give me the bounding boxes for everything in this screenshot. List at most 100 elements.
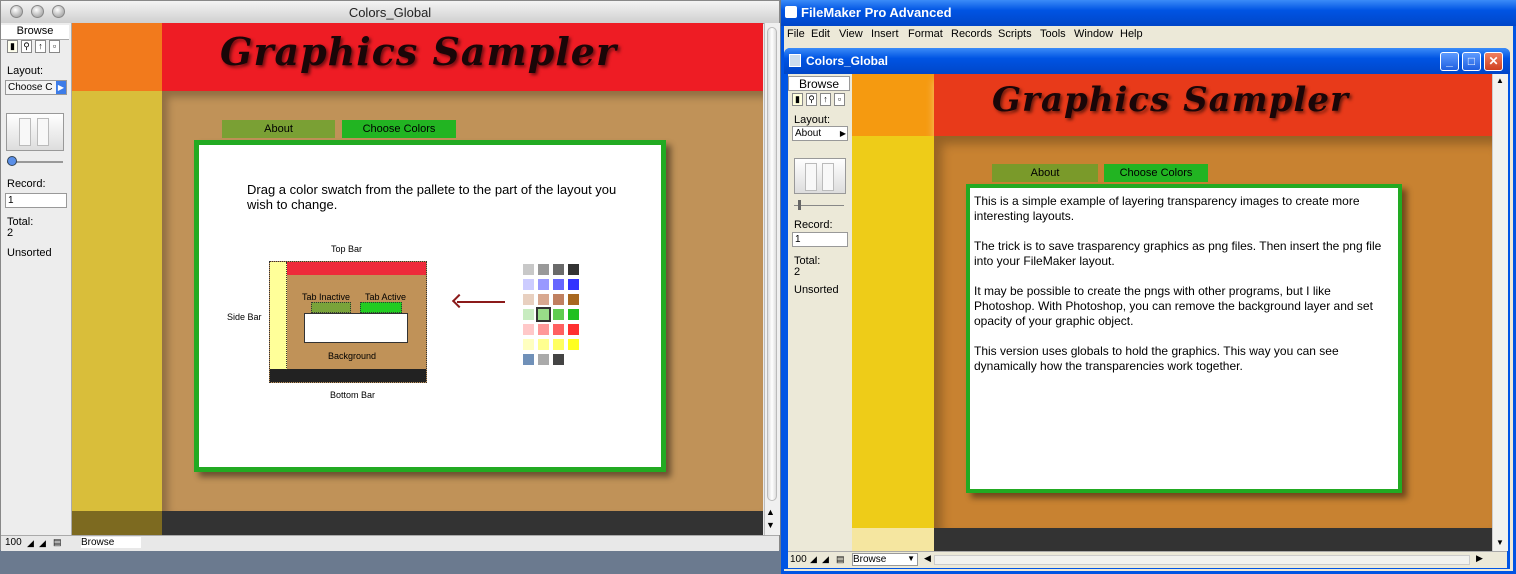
find-mode-icon[interactable]: ⚲ — [21, 40, 32, 53]
record-book-icon[interactable] — [6, 113, 64, 151]
mode-label[interactable]: Browse — [788, 76, 850, 91]
slider-thumb[interactable] — [7, 156, 17, 166]
maximize-button[interactable]: □ — [1462, 52, 1481, 71]
record-field[interactable]: 1 — [5, 193, 67, 208]
scroll-right-icon[interactable]: ▶ — [1476, 553, 1483, 564]
preview-mode-icon[interactable]: ▫ — [49, 40, 60, 53]
color-swatch[interactable] — [523, 309, 534, 320]
vertical-scrollbar[interactable]: ▲ ▼ — [1492, 74, 1508, 551]
menu-tools[interactable]: Tools — [1040, 28, 1066, 40]
menu-view[interactable]: View — [839, 28, 863, 40]
diagram-tab-active[interactable] — [360, 302, 402, 313]
vertical-scrollbar[interactable]: ▲ ▼ — [764, 23, 780, 535]
color-swatch[interactable] — [568, 324, 579, 335]
app-title-bar[interactable]: FileMaker Pro Advanced — [781, 0, 1516, 26]
document-title-bar[interactable]: Colors_Global _ □ ✕ — [784, 48, 1510, 74]
zoom-out-icon[interactable]: ◢ — [810, 554, 817, 565]
color-swatch[interactable] — [568, 279, 579, 290]
color-swatch[interactable] — [568, 294, 579, 305]
menu-records[interactable]: Records — [951, 28, 992, 40]
tab-about[interactable]: About — [222, 120, 335, 138]
menu-file[interactable]: File — [787, 28, 805, 40]
tab-choose-colors[interactable]: Choose Colors — [342, 120, 456, 138]
color-swatch[interactable] — [553, 339, 564, 350]
about-paragraph-2: The trick is to save trasparency graphic… — [974, 239, 1382, 268]
menu-insert[interactable]: Insert — [871, 28, 899, 40]
zoom-in-icon[interactable]: ◢ — [39, 538, 46, 549]
status-toggle-icon[interactable]: ▤ — [836, 554, 845, 565]
window-title: Colors_Global — [348, 5, 432, 20]
color-swatch[interactable] — [523, 354, 534, 365]
color-swatch[interactable] — [568, 339, 579, 350]
mode-popup[interactable]: Browse — [81, 537, 141, 548]
color-swatch[interactable] — [553, 294, 564, 305]
record-field[interactable]: 1 — [792, 232, 848, 247]
layout-title: Graphics Sampler — [220, 29, 617, 74]
layout-popup[interactable]: About ▶ — [792, 126, 848, 141]
browse-mode-icon[interactable]: ▮ — [792, 93, 803, 106]
zoom-level[interactable]: 100 — [790, 554, 807, 565]
scroll-left-icon[interactable]: ◀ — [924, 553, 931, 564]
diagram-bottom-bar[interactable] — [270, 369, 426, 382]
color-swatch[interactable] — [538, 354, 549, 365]
layout-area: Graphics Sampler About Choose Colors Thi… — [852, 74, 1492, 551]
mode-popup[interactable]: Browse ▼ — [852, 553, 918, 566]
scroll-up-icon[interactable]: ▲ — [766, 507, 775, 517]
color-swatch[interactable] — [538, 294, 549, 305]
color-swatch[interactable] — [523, 324, 534, 335]
minimize-button[interactable]: _ — [1440, 52, 1459, 71]
horizontal-scrollbar[interactable] — [934, 555, 1470, 565]
scroll-thumb[interactable] — [767, 27, 777, 501]
color-swatch[interactable] — [553, 324, 564, 335]
close-button[interactable]: ✕ — [1484, 52, 1503, 71]
color-swatch[interactable] — [568, 309, 579, 320]
mode-label[interactable]: Browse — [1, 25, 69, 40]
find-mode-icon[interactable]: ⚲ — [806, 93, 817, 106]
menu-help[interactable]: Help — [1120, 28, 1143, 40]
layout-popup[interactable]: Choose C ▶ — [5, 80, 67, 95]
color-swatch[interactable] — [523, 264, 534, 275]
slider-thumb[interactable] — [798, 200, 801, 210]
diagram-top-bar[interactable] — [270, 262, 426, 275]
color-swatch[interactable] — [538, 264, 549, 275]
status-toggle-icon[interactable]: ▤ — [53, 537, 62, 548]
menu-window[interactable]: Window — [1074, 28, 1113, 40]
diagram-panel[interactable] — [304, 313, 408, 343]
total-value: 2 — [7, 227, 14, 239]
scroll-down-icon[interactable]: ▼ — [766, 520, 775, 530]
color-swatch[interactable] — [568, 264, 579, 275]
mac-title-bar[interactable]: Colors_Global — [1, 1, 779, 24]
color-swatch[interactable] — [538, 339, 549, 350]
total-value: 2 — [794, 266, 801, 278]
document-title: Colors_Global — [806, 54, 889, 68]
color-swatch[interactable] — [553, 354, 564, 365]
preview-mode-icon[interactable]: ▫ — [834, 93, 845, 106]
record-book-icon[interactable] — [794, 158, 846, 194]
color-swatch[interactable] — [553, 309, 564, 320]
browse-mode-icon[interactable]: ▮ — [7, 40, 18, 53]
menu-edit[interactable]: Edit — [811, 28, 830, 40]
color-swatch[interactable] — [538, 279, 549, 290]
color-swatch[interactable] — [553, 264, 564, 275]
layout-popup-value: About — [795, 128, 822, 139]
tab-choose-colors[interactable]: Choose Colors — [1104, 164, 1208, 182]
menu-scripts[interactable]: Scripts — [998, 28, 1032, 40]
menu-format[interactable]: Format — [908, 28, 943, 40]
diagram-side-bar[interactable] — [270, 262, 287, 382]
color-swatch[interactable] — [538, 324, 549, 335]
layout-mode-icon[interactable]: ↑ — [35, 40, 46, 53]
color-swatch[interactable] — [536, 307, 551, 322]
zoom-level[interactable]: 100 — [5, 537, 22, 548]
zoom-out-icon[interactable]: ◢ — [27, 538, 34, 549]
record-slider[interactable] — [794, 205, 844, 206]
color-swatch[interactable] — [523, 294, 534, 305]
color-swatch[interactable] — [523, 339, 534, 350]
tab-about[interactable]: About — [992, 164, 1098, 182]
scroll-down-icon[interactable]: ▼ — [1496, 538, 1504, 547]
zoom-in-icon[interactable]: ◢ — [822, 554, 829, 565]
color-swatch[interactable] — [553, 279, 564, 290]
color-swatch[interactable] — [523, 279, 534, 290]
layout-mode-icon[interactable]: ↑ — [820, 93, 831, 106]
scroll-up-icon[interactable]: ▲ — [1496, 76, 1504, 85]
diagram-tab-inactive[interactable] — [311, 302, 351, 313]
